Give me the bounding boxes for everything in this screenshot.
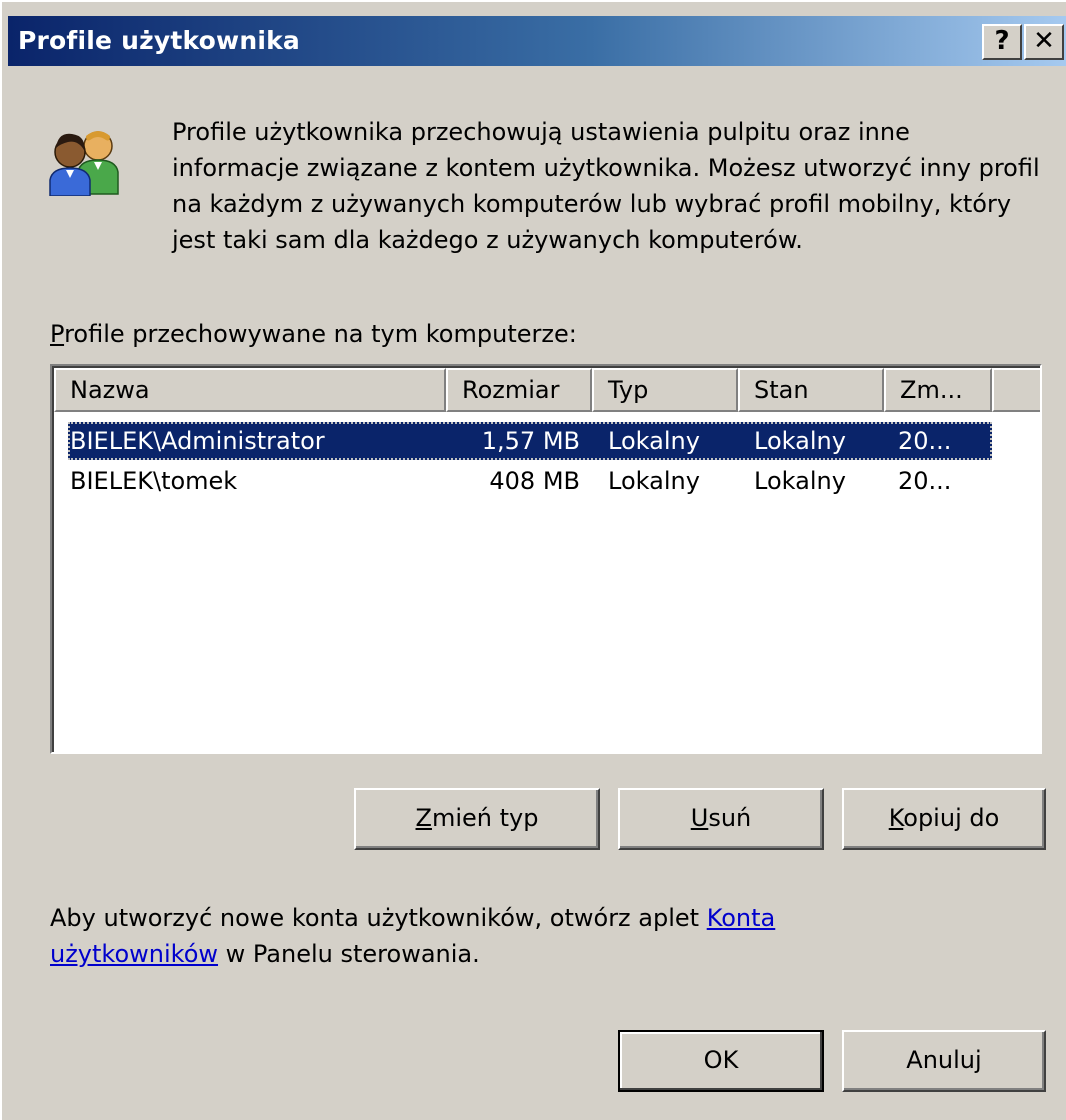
table-row[interactable]: BIELEK\tomek 408 MB Lokalny Lokalny 20..… (68, 462, 992, 500)
column-header-state[interactable]: Stan (738, 368, 884, 412)
profiles-list[interactable]: Nazwa Rozmiar Typ Stan Zm... BIELEK\Admi… (50, 364, 1042, 754)
cancel-button[interactable]: Anuluj (842, 1030, 1046, 1092)
window-title: Profile użytkownika (18, 26, 300, 55)
ok-button[interactable]: OK (618, 1030, 824, 1092)
cell-name: BIELEK\Administrator (70, 427, 325, 455)
profiles-list-label: Profile przechowywane na tym komputerze: (50, 320, 577, 348)
cell-modified: 20... (898, 467, 952, 495)
cell-type: Lokalny (608, 427, 700, 455)
column-header-type[interactable]: Typ (592, 368, 738, 412)
cell-state: Lokalny (754, 467, 846, 495)
cell-name: BIELEK\tomek (70, 467, 238, 495)
cell-size: 408 MB (489, 467, 580, 495)
column-header-modified[interactable]: Zm... (884, 368, 992, 412)
column-header-name[interactable]: Nazwa (54, 368, 446, 412)
title-bar[interactable]: Profile użytkownika ? ✕ (8, 16, 1066, 66)
close-icon: ✕ (1033, 26, 1055, 56)
column-header-size[interactable]: Rozmiar (446, 368, 592, 412)
close-button[interactable]: ✕ (1024, 24, 1064, 60)
description-text: Profile użytkownika przechowują ustawien… (172, 118, 1040, 254)
help-button[interactable]: ? (982, 24, 1022, 60)
delete-button[interactable]: Usuń (618, 788, 824, 850)
user-profiles-dialog: Profile użytkownika ? ✕ Profile użytkown… (0, 0, 1066, 1120)
info-text: Aby utworzyć nowe konta użytkowników, ot… (50, 904, 776, 968)
cell-size: 1,57 MB (481, 427, 580, 455)
cell-modified: 20... (898, 427, 952, 455)
cell-type: Lokalny (608, 467, 700, 495)
table-row[interactable]: BIELEK\Administrator 1,57 MB Lokalny Lok… (68, 422, 992, 460)
column-header-filler (992, 368, 1040, 412)
list-header: Nazwa Rozmiar Typ Stan Zm... (54, 368, 1040, 412)
copy-to-button[interactable]: Kopiuj do (842, 788, 1046, 850)
help-icon: ? (994, 26, 1010, 56)
users-icon (49, 131, 119, 196)
cell-state: Lokalny (754, 427, 846, 455)
change-type-button[interactable]: Zmień typ (354, 788, 600, 850)
